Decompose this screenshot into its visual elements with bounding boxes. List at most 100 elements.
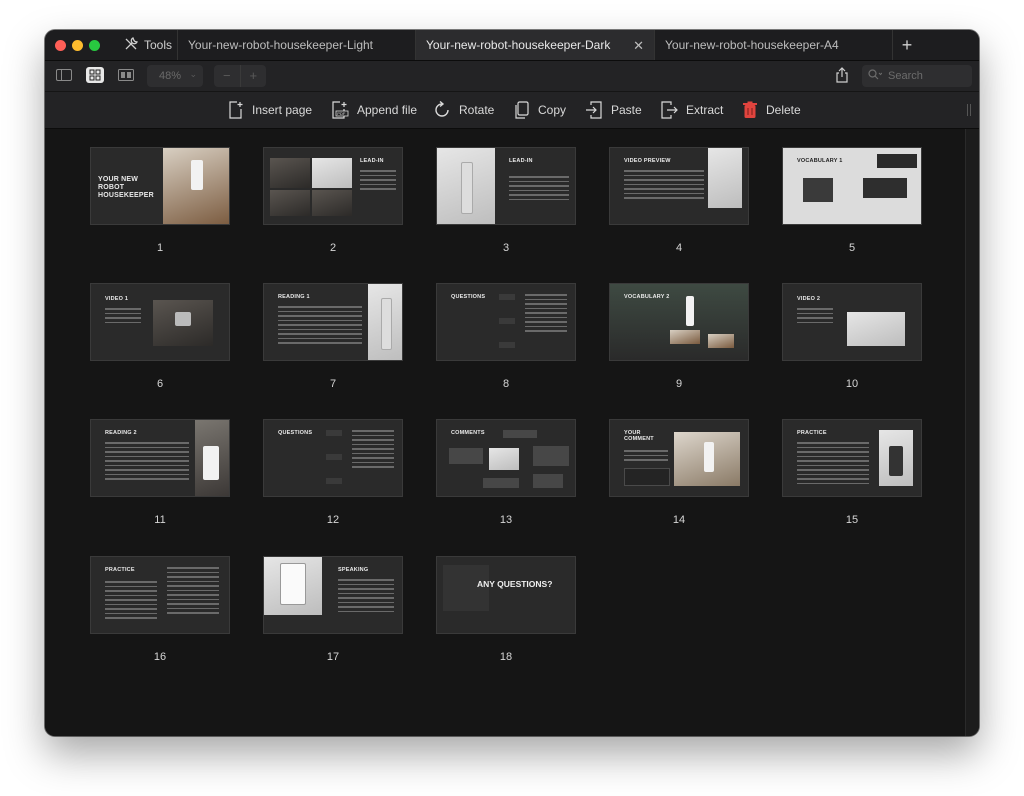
page-number: 18	[499, 651, 513, 663]
tools-label: Tools	[144, 38, 173, 52]
zoom-out-button[interactable]: −	[214, 65, 241, 87]
slide-title: YOUR COMMENT	[624, 430, 654, 443]
app-window: Tools Your-new-robot-housekeeper-Light Y…	[45, 30, 979, 736]
zoom-select[interactable]: 48% ⌄	[147, 65, 203, 87]
zoom-value: 48%	[159, 70, 182, 82]
slide-title: VOCABULARY 1	[797, 158, 843, 164]
rotate-icon	[435, 101, 449, 117]
page-number: 1	[156, 242, 164, 254]
page-number: 10	[845, 378, 859, 390]
rotate-label: Rotate	[459, 103, 495, 117]
share-icon[interactable]	[835, 67, 851, 85]
comment-box	[449, 448, 483, 464]
page-preview: PRACTICE	[90, 556, 230, 634]
slide-image	[708, 334, 734, 348]
trash-icon	[743, 101, 757, 118]
vertical-scrollbar[interactable]	[965, 129, 979, 736]
append-file-label: Append file	[357, 103, 418, 117]
slide-title: VIDEO 1	[105, 296, 129, 302]
page-number: 16	[153, 651, 167, 663]
minimize-window-button[interactable]	[72, 40, 83, 51]
tab-a4[interactable]: Your-new-robot-housekeeper-A4	[655, 30, 893, 60]
comment-box	[533, 446, 569, 466]
slide-image	[175, 312, 191, 326]
svg-text:PDF: PDF	[337, 111, 346, 116]
page-preview: READING 1	[263, 283, 403, 361]
slide-text	[624, 170, 704, 202]
slide-title: QUESTIONS	[451, 294, 486, 300]
page-preview: ANY QUESTIONS?	[436, 556, 576, 634]
slide-caption	[877, 154, 917, 168]
rotate-button[interactable]: Rotate	[433, 100, 494, 120]
slide-title: VIDEO PREVIEW	[624, 158, 671, 164]
slide-image	[863, 178, 907, 198]
robot-figure	[704, 442, 714, 472]
extract-button[interactable]: Extract	[660, 100, 723, 120]
slide-text	[338, 579, 394, 615]
grid-view-icon[interactable]	[86, 67, 104, 83]
page-number: 8	[502, 378, 510, 390]
slide-text	[105, 442, 189, 483]
tab-label: Your-new-robot-housekeeper-Dark	[426, 38, 611, 52]
paste-button[interactable]: Paste	[585, 100, 642, 120]
comment-box	[503, 430, 537, 438]
delete-button[interactable]: Delete	[742, 100, 801, 120]
tools-tab[interactable]: Tools	[118, 30, 178, 60]
page-number: 7	[329, 378, 337, 390]
copy-button[interactable]: Copy	[514, 100, 566, 120]
slide-title: YOUR NEW ROBOT HOUSEKEEPER	[98, 176, 154, 200]
insert-page-label: Insert page	[252, 103, 313, 117]
slide-text	[105, 581, 157, 622]
tab-light[interactable]: Your-new-robot-housekeeper-Light	[178, 30, 416, 60]
comment-box	[483, 478, 519, 488]
toolbar-grip-icon[interactable]	[967, 104, 971, 116]
slide-text	[105, 308, 141, 326]
search-input[interactable]: Search	[862, 65, 972, 87]
slide-text	[360, 170, 396, 193]
insert-page-button[interactable]: Insert page	[228, 100, 312, 120]
answer-box	[326, 454, 342, 460]
append-file-button[interactable]: PDF Append file	[331, 100, 417, 120]
answer-box	[326, 478, 342, 484]
comment-box	[533, 474, 563, 488]
slide-text	[509, 176, 569, 203]
slide-image	[270, 190, 310, 216]
slide-image	[312, 158, 352, 188]
insert-page-icon	[229, 101, 243, 119]
zoom-in-button[interactable]: +	[241, 65, 267, 87]
page-preview: YOUR COMMENT	[609, 419, 749, 497]
delete-label: Delete	[766, 103, 801, 117]
new-tab-button[interactable]: +	[893, 33, 921, 57]
zoom-buttons: − +	[214, 65, 266, 87]
slide-title: ANY QUESTIONS?	[477, 579, 553, 589]
sidebar-toggle-icon[interactable]	[55, 67, 73, 83]
page-preview: LEAD-IN	[263, 147, 403, 225]
answer-box	[499, 318, 515, 324]
page-number: 3	[502, 242, 510, 254]
slide-image	[489, 448, 519, 470]
page-number: 13	[499, 514, 513, 526]
robot-figure	[280, 563, 306, 605]
tab-bar: Tools Your-new-robot-housekeeper-Light Y…	[45, 30, 979, 61]
slide-image	[270, 158, 310, 188]
tab-dark[interactable]: Your-new-robot-housekeeper-Dark ✕	[416, 30, 655, 60]
page-number: 15	[845, 514, 859, 526]
chevron-down-icon: ⌄	[189, 69, 197, 79]
extract-icon	[661, 101, 678, 119]
slide-title: SPEAKING	[338, 567, 369, 573]
slide-image	[708, 148, 742, 208]
copy-icon	[515, 101, 529, 119]
comment-input-box	[624, 468, 670, 486]
slide-text	[352, 430, 394, 471]
page-number: 6	[156, 378, 164, 390]
page-preview: VOCABULARY 2	[609, 283, 749, 361]
close-tab-icon[interactable]: ✕	[633, 38, 644, 54]
slide-title: LEAD-IN	[509, 158, 533, 164]
slide-image	[847, 312, 905, 346]
two-page-view-icon[interactable]	[117, 67, 135, 83]
page-preview: READING 2	[90, 419, 230, 497]
page-number: 11	[154, 514, 166, 526]
robot-figure	[191, 160, 203, 190]
close-window-button[interactable]	[55, 40, 66, 51]
maximize-window-button[interactable]	[89, 40, 100, 51]
